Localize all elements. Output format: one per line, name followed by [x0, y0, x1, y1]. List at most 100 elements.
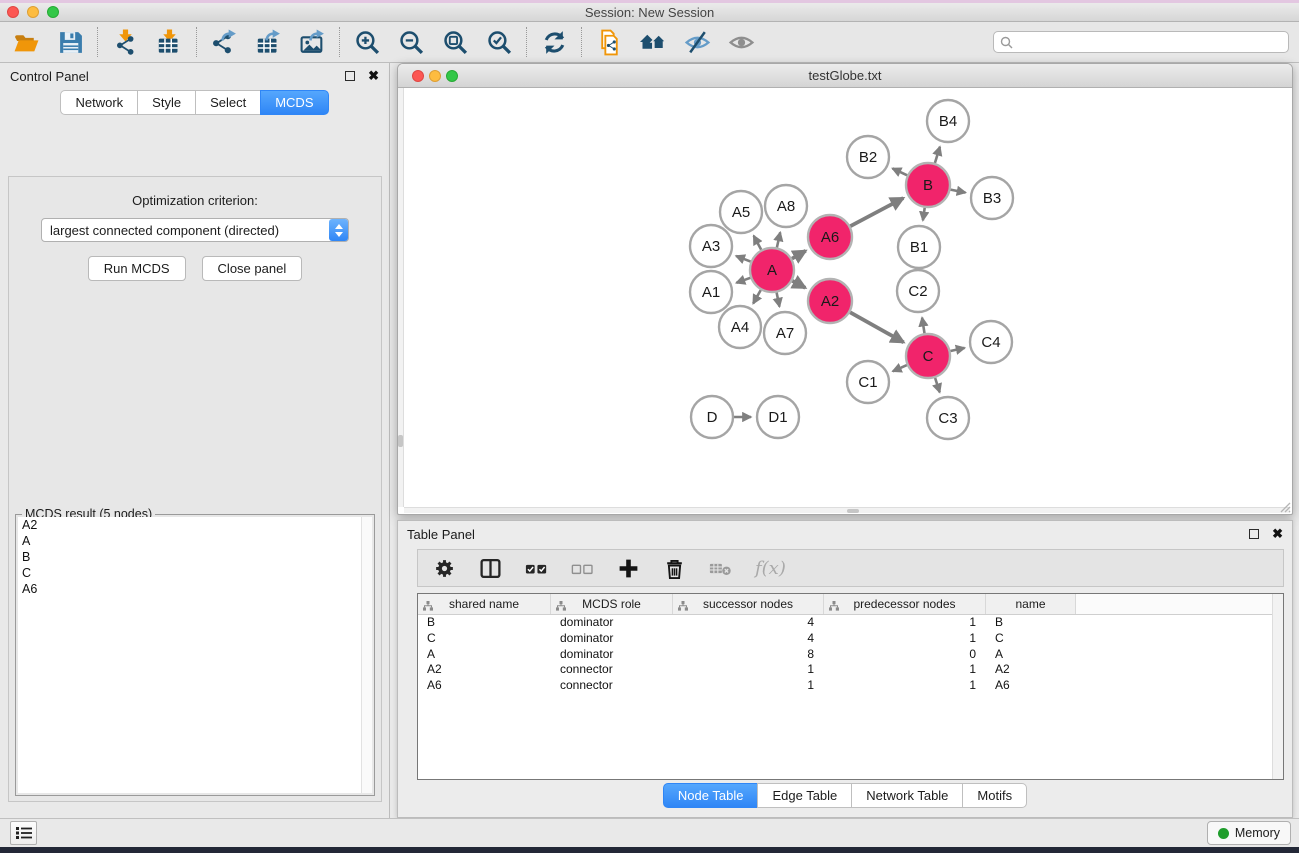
export-image-icon[interactable] [296, 27, 328, 57]
graph-edge-A-A5[interactable] [754, 236, 762, 250]
refresh-view-icon[interactable] [538, 27, 570, 57]
graph-node-A2[interactable]: A2 [808, 279, 852, 323]
graph-node-A7[interactable]: A7 [764, 312, 806, 354]
tab-network[interactable]: Network [60, 90, 138, 115]
split-table-icon[interactable] [479, 557, 502, 580]
graph-node-A1[interactable]: A1 [690, 271, 732, 313]
search-field[interactable] [993, 31, 1289, 53]
mcds-list-scrollbar[interactable] [361, 517, 372, 793]
table-row[interactable]: Bdominator41B [418, 615, 1283, 631]
graph-edge-A-A2[interactable] [792, 281, 805, 288]
graph-node-D1[interactable]: D1 [757, 396, 799, 438]
graph-node-B4[interactable]: B4 [927, 100, 969, 142]
graph-edge-A2-C[interactable] [850, 312, 904, 342]
task-history-button[interactable] [10, 821, 37, 845]
graph-node-A4[interactable]: A4 [719, 306, 761, 348]
memory-button[interactable]: Memory [1207, 821, 1291, 845]
tab-motifs[interactable]: Motifs [962, 783, 1027, 808]
mcds-result-item[interactable]: B [18, 549, 372, 565]
mcds-result-item[interactable]: C [18, 565, 372, 581]
graph-edge-C-C2[interactable] [922, 318, 924, 334]
graph-node-C3[interactable]: C3 [927, 397, 969, 439]
mcds-result-item[interactable]: A [18, 533, 372, 549]
tab-edge-table[interactable]: Edge Table [757, 783, 852, 808]
graph-node-B2[interactable]: B2 [847, 136, 889, 178]
criterion-select[interactable]: largest connected component (directed) [41, 218, 349, 242]
import-table-icon[interactable] [153, 27, 185, 57]
select-all-icon[interactable] [525, 557, 548, 580]
graph-node-A8[interactable]: A8 [765, 185, 807, 227]
graph-node-C[interactable]: C [906, 334, 950, 378]
graph-node-D[interactable]: D [691, 396, 733, 438]
mcds-result-item[interactable]: A2 [18, 517, 372, 533]
export-table-icon[interactable] [252, 27, 284, 57]
graph-node-B3[interactable]: B3 [971, 177, 1013, 219]
save-session-icon[interactable] [54, 27, 86, 57]
open-session-icon[interactable] [10, 27, 42, 57]
graph-edge-C-C1[interactable] [893, 365, 907, 371]
import-network-icon[interactable] [109, 27, 141, 57]
column-header-name[interactable]: name [986, 594, 1076, 614]
mcds-result-item[interactable]: A6 [18, 581, 372, 597]
table-scrollbar[interactable] [1272, 594, 1283, 779]
column-header-successor-nodes[interactable]: successor nodes [673, 594, 824, 614]
zoom-in-icon[interactable] [351, 27, 383, 57]
network-graph-canvas[interactable]: B4 B2 B B3 A5A8A6 A3 B1 A A1 C2 A2 A4A7 C4 C C1 C3 D D1 [404, 88, 1292, 508]
graph-node-A5[interactable]: A5 [720, 191, 762, 233]
table-row[interactable]: A2connector11A2 [418, 662, 1283, 678]
graph-edge-C-C3[interactable] [935, 378, 940, 392]
close-panel-icon[interactable]: ✖ [368, 71, 379, 81]
network-from-selection-icon[interactable] [593, 27, 625, 57]
graph-node-A[interactable]: A [750, 248, 794, 292]
table-row[interactable]: A6connector11A6 [418, 678, 1283, 694]
graph-node-A6[interactable]: A6 [808, 215, 852, 259]
network-window-titlebar[interactable]: testGlobe.txt [398, 64, 1292, 88]
graph-edge-A-A6[interactable] [792, 251, 806, 259]
graph-node-A3[interactable]: A3 [690, 225, 732, 267]
export-network-icon[interactable] [208, 27, 240, 57]
graph-edge-B-B2[interactable] [893, 168, 908, 175]
delete-column-icon[interactable] [663, 557, 686, 580]
graph-edge-A-A4[interactable] [753, 290, 761, 303]
graph-edge-A-A7[interactable] [777, 293, 780, 307]
column-header-mcds-role[interactable]: MCDS role [551, 594, 673, 614]
zoom-out-icon[interactable] [395, 27, 427, 57]
tab-style[interactable]: Style [137, 90, 196, 115]
graph-node-C4[interactable]: C4 [970, 321, 1012, 363]
graph-edge-A-A8[interactable] [777, 232, 780, 247]
zoom-selected-icon[interactable] [483, 27, 515, 57]
graph-edge-A6-B[interactable] [850, 198, 903, 226]
network-horizontal-scrollbar[interactable] [404, 507, 1290, 513]
float-panel-icon[interactable] [345, 71, 355, 81]
column-header-predecessor-nodes[interactable]: predecessor nodes [824, 594, 986, 614]
graph-node-B[interactable]: B [906, 163, 950, 207]
tab-network-table[interactable]: Network Table [851, 783, 963, 808]
tab-mcds[interactable]: MCDS [260, 90, 328, 115]
tab-node-table[interactable]: Node Table [663, 783, 759, 808]
hide-selected-icon[interactable] [681, 27, 713, 57]
graph-node-B1[interactable]: B1 [898, 226, 940, 268]
close-table-panel-icon[interactable]: ✖ [1272, 529, 1283, 539]
search-input[interactable] [1017, 35, 1282, 49]
first-neighbors-icon[interactable] [637, 27, 669, 57]
table-row[interactable]: Cdominator41C [418, 631, 1283, 647]
deselect-all-icon[interactable] [571, 557, 594, 580]
graph-edge-C-C4[interactable] [951, 348, 965, 351]
graph-edge-A-A1[interactable] [736, 278, 750, 283]
show-all-icon[interactable] [725, 27, 757, 57]
zoom-fit-icon[interactable] [439, 27, 471, 57]
table-row[interactable]: Adominator80A [418, 647, 1283, 663]
graph-edge-B-B1[interactable] [923, 208, 925, 221]
graph-edge-A-A3[interactable] [736, 256, 751, 262]
graph-node-C2[interactable]: C2 [897, 270, 939, 312]
run-mcds-button[interactable]: Run MCDS [88, 256, 186, 281]
graph-edge-B-B3[interactable] [951, 190, 966, 193]
resize-grip[interactable] [1277, 499, 1291, 513]
column-header-shared-name[interactable]: shared name [418, 594, 551, 614]
tab-select[interactable]: Select [195, 90, 261, 115]
float-table-panel-icon[interactable] [1249, 529, 1259, 539]
graph-edge-B-B4[interactable] [935, 147, 940, 163]
graph-node-C1[interactable]: C1 [847, 361, 889, 403]
table-settings-icon[interactable] [433, 557, 456, 580]
add-column-icon[interactable] [617, 557, 640, 580]
